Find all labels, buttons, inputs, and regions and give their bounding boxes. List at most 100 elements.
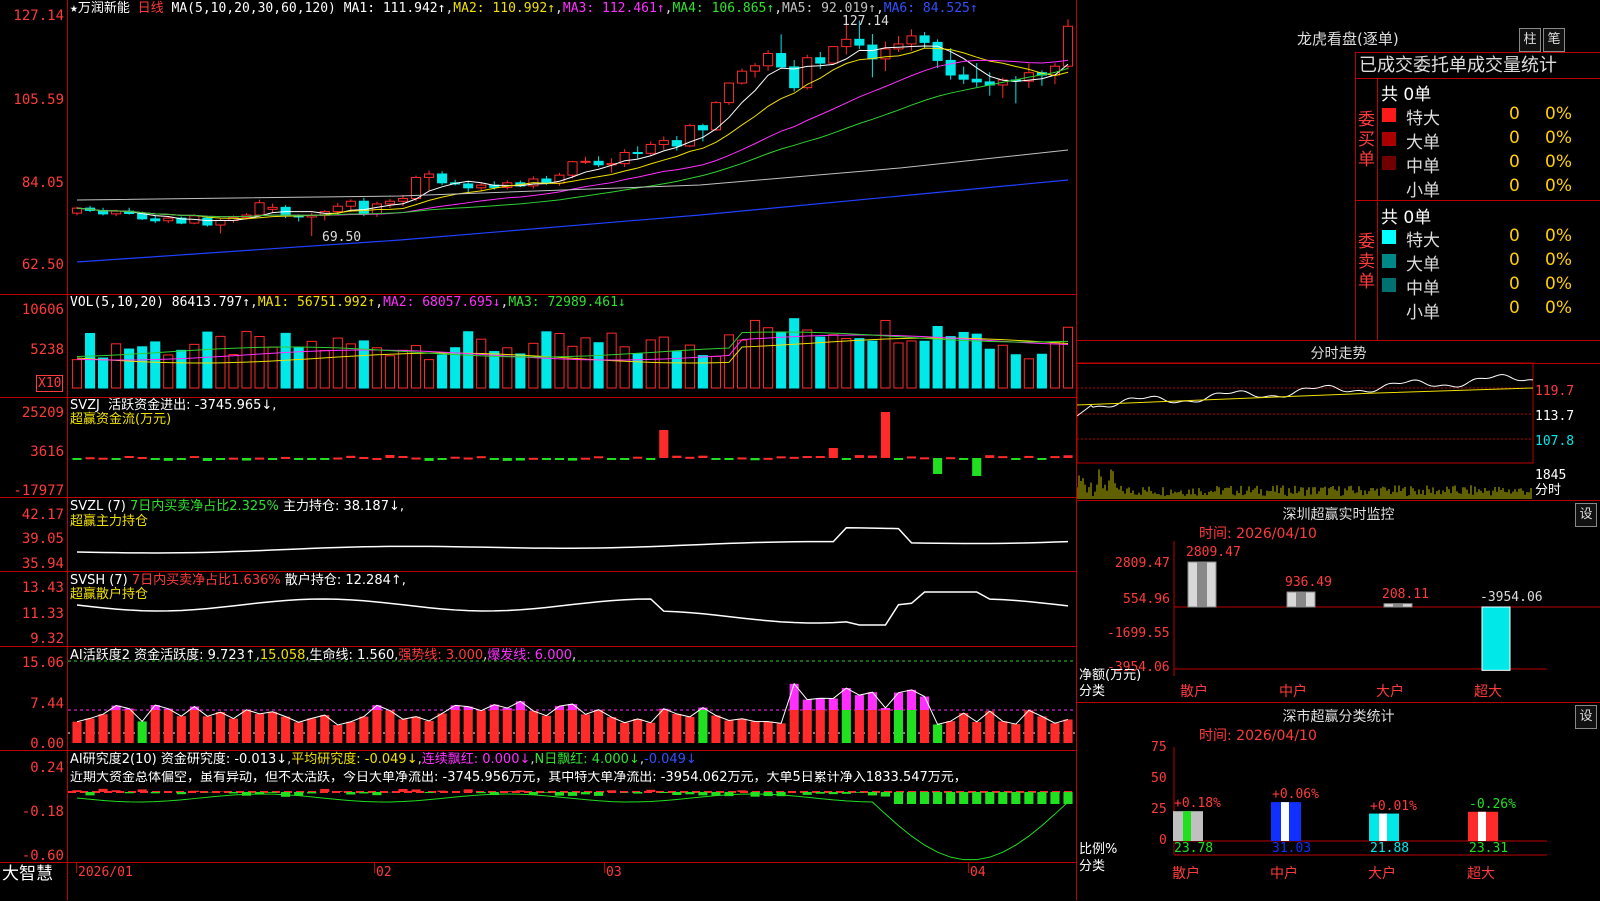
yj-bar (425, 792, 434, 793)
yj-bar (177, 792, 186, 794)
swatch (1382, 156, 1396, 170)
row-percent: 0% (1545, 128, 1572, 148)
row-volume: 0 (1509, 176, 1520, 196)
swatch (1382, 278, 1396, 292)
intraday-frame (1077, 363, 1533, 463)
yj-bar (477, 792, 486, 793)
classify-value: 21.88 (1370, 842, 1409, 856)
yj-bar (659, 792, 668, 793)
classify-value: 23.78 (1174, 842, 1213, 856)
lhb-title: 龙虎看盘(逐单) (1297, 32, 1399, 46)
swatch (1382, 230, 1396, 244)
monitor-bar-shade (1393, 604, 1403, 607)
intraday-avg-line (1077, 388, 1533, 405)
yj-bar (803, 792, 812, 795)
swatch (1382, 254, 1396, 268)
classify-tick: 50 (1151, 772, 1167, 786)
classify-bar-stripe (1183, 811, 1191, 841)
monitor-bar-shade (1296, 592, 1306, 607)
swatch (1382, 180, 1396, 194)
price-tick: 107.8 (1535, 435, 1574, 449)
yj-bar (85, 792, 94, 795)
yj-bar (516, 790, 525, 792)
monitor-tick: 554.96 (1123, 593, 1170, 607)
yj-bar (307, 792, 316, 793)
yj-bar (711, 792, 720, 795)
row-volume: 0 (1509, 128, 1520, 148)
row-volume: 0 (1509, 274, 1520, 294)
x-tick (76, 863, 77, 873)
intraday-chart (1077, 341, 1600, 501)
yj-line (77, 794, 1068, 860)
row-volume: 0 (1509, 104, 1520, 124)
yj-bar (72, 790, 81, 792)
yj-bar (438, 791, 447, 792)
row-percent: 0% (1545, 250, 1572, 270)
row-name: 大单 (1406, 250, 1440, 275)
row-volume: 0 (1509, 226, 1520, 246)
sell-side-label: 委卖单 (1358, 232, 1376, 292)
intraday-unit: 分时 (1535, 484, 1561, 498)
classify-tick: 75 (1151, 741, 1167, 755)
swatch (1382, 132, 1396, 146)
divider (1355, 52, 1356, 340)
x-label: 2026/01 (78, 866, 133, 880)
yj-bar (842, 792, 851, 794)
yj-bar (503, 791, 512, 792)
yj-bar (855, 792, 864, 793)
x-label: 04 (970, 866, 986, 880)
yj-bar (529, 792, 538, 795)
monitor-bar (1482, 607, 1510, 670)
vol-tick: 1845 (1535, 469, 1566, 483)
monitor-ylabel: 净额(万元) (1079, 669, 1141, 683)
yj-bar (646, 790, 655, 792)
tick-mode-button[interactable]: 笔 (1543, 28, 1565, 52)
yj-bar (594, 792, 603, 796)
yj-bar (868, 792, 877, 795)
yj-bar (737, 790, 746, 792)
swatch (1382, 302, 1396, 316)
classify-panel: 深市超赢分类统计 设 时间: 2026/04/10 75 50 25 0 比例%… (1077, 702, 1600, 901)
yj-bar (907, 792, 916, 804)
classify-change: +0.18% (1174, 797, 1221, 811)
yj-bar (359, 792, 368, 793)
yj-bar (724, 792, 733, 796)
classify-bar-stripe (1478, 812, 1486, 841)
row-percent: 0% (1545, 176, 1572, 196)
yj-bar (372, 792, 381, 795)
yj-bar (138, 789, 147, 792)
yj-bar (894, 792, 903, 804)
sell-total: 共 0单 (1381, 203, 1431, 228)
yj-bar (333, 791, 342, 792)
row-volume: 0 (1509, 250, 1520, 270)
monitor-bar-value: 208.11 (1382, 588, 1429, 602)
monitor-panel: 深圳超赢实时监控 设 时间: 2026/04/10 2809.47 554.96… (1077, 500, 1600, 703)
yj-bar (946, 792, 955, 804)
swatch (1382, 108, 1396, 122)
lhb-panel: 龙虎看盘(逐单) 柱 笔 已成交委托单成交量统计 委买单 共 0单 委卖单 共 … (1077, 0, 1600, 340)
yj-chart (0, 0, 1077, 900)
bar-mode-button[interactable]: 柱 (1519, 28, 1541, 52)
divider (1355, 78, 1600, 79)
yj-bar (972, 792, 981, 804)
yj-bar (346, 792, 355, 795)
row-name: 特大 (1406, 226, 1440, 251)
yj-bar (933, 792, 942, 804)
yj-bar (998, 792, 1007, 804)
yj-bar (555, 792, 564, 796)
yj-bar (685, 792, 694, 794)
yj-bar (698, 792, 707, 795)
classify-tick: 25 (1151, 803, 1167, 817)
row-percent: 0% (1545, 274, 1572, 294)
yj-bar (411, 789, 420, 792)
monitor-bar-value: 936.49 (1285, 576, 1332, 590)
brand-logo: 大智慧 (2, 864, 53, 884)
yj-bar (816, 792, 825, 794)
classify-catlabel: 分类 (1079, 860, 1105, 874)
classify-change: -0.26% (1469, 798, 1516, 812)
classify-ylabel: 比例% (1079, 843, 1117, 857)
row-percent: 0% (1545, 104, 1572, 124)
row-volume: 0 (1509, 152, 1520, 172)
classify-category: 超大 (1467, 867, 1495, 881)
row-percent: 0% (1545, 226, 1572, 246)
